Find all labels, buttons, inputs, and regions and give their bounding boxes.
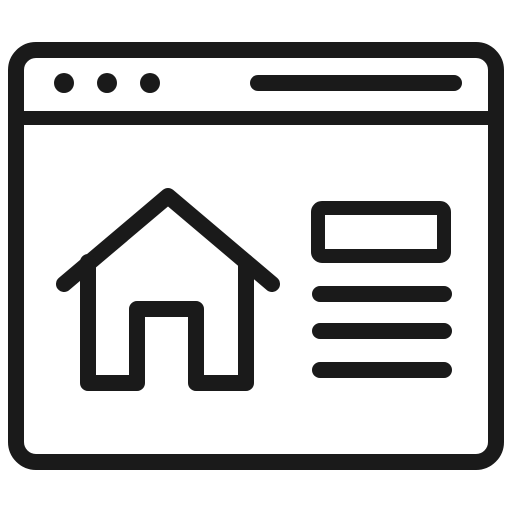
- website-home-page-icon: [8, 42, 504, 470]
- content-heading-box: [311, 201, 451, 263]
- house-icon: [56, 188, 280, 391]
- window-dot-icon: [54, 73, 74, 93]
- icon-canvas: [0, 0, 512, 512]
- window-dot-icon: [140, 73, 160, 93]
- content-text-lines: [312, 286, 452, 378]
- window-controls: [54, 73, 160, 93]
- window-dot-icon: [97, 73, 117, 93]
- house-body: [80, 254, 254, 391]
